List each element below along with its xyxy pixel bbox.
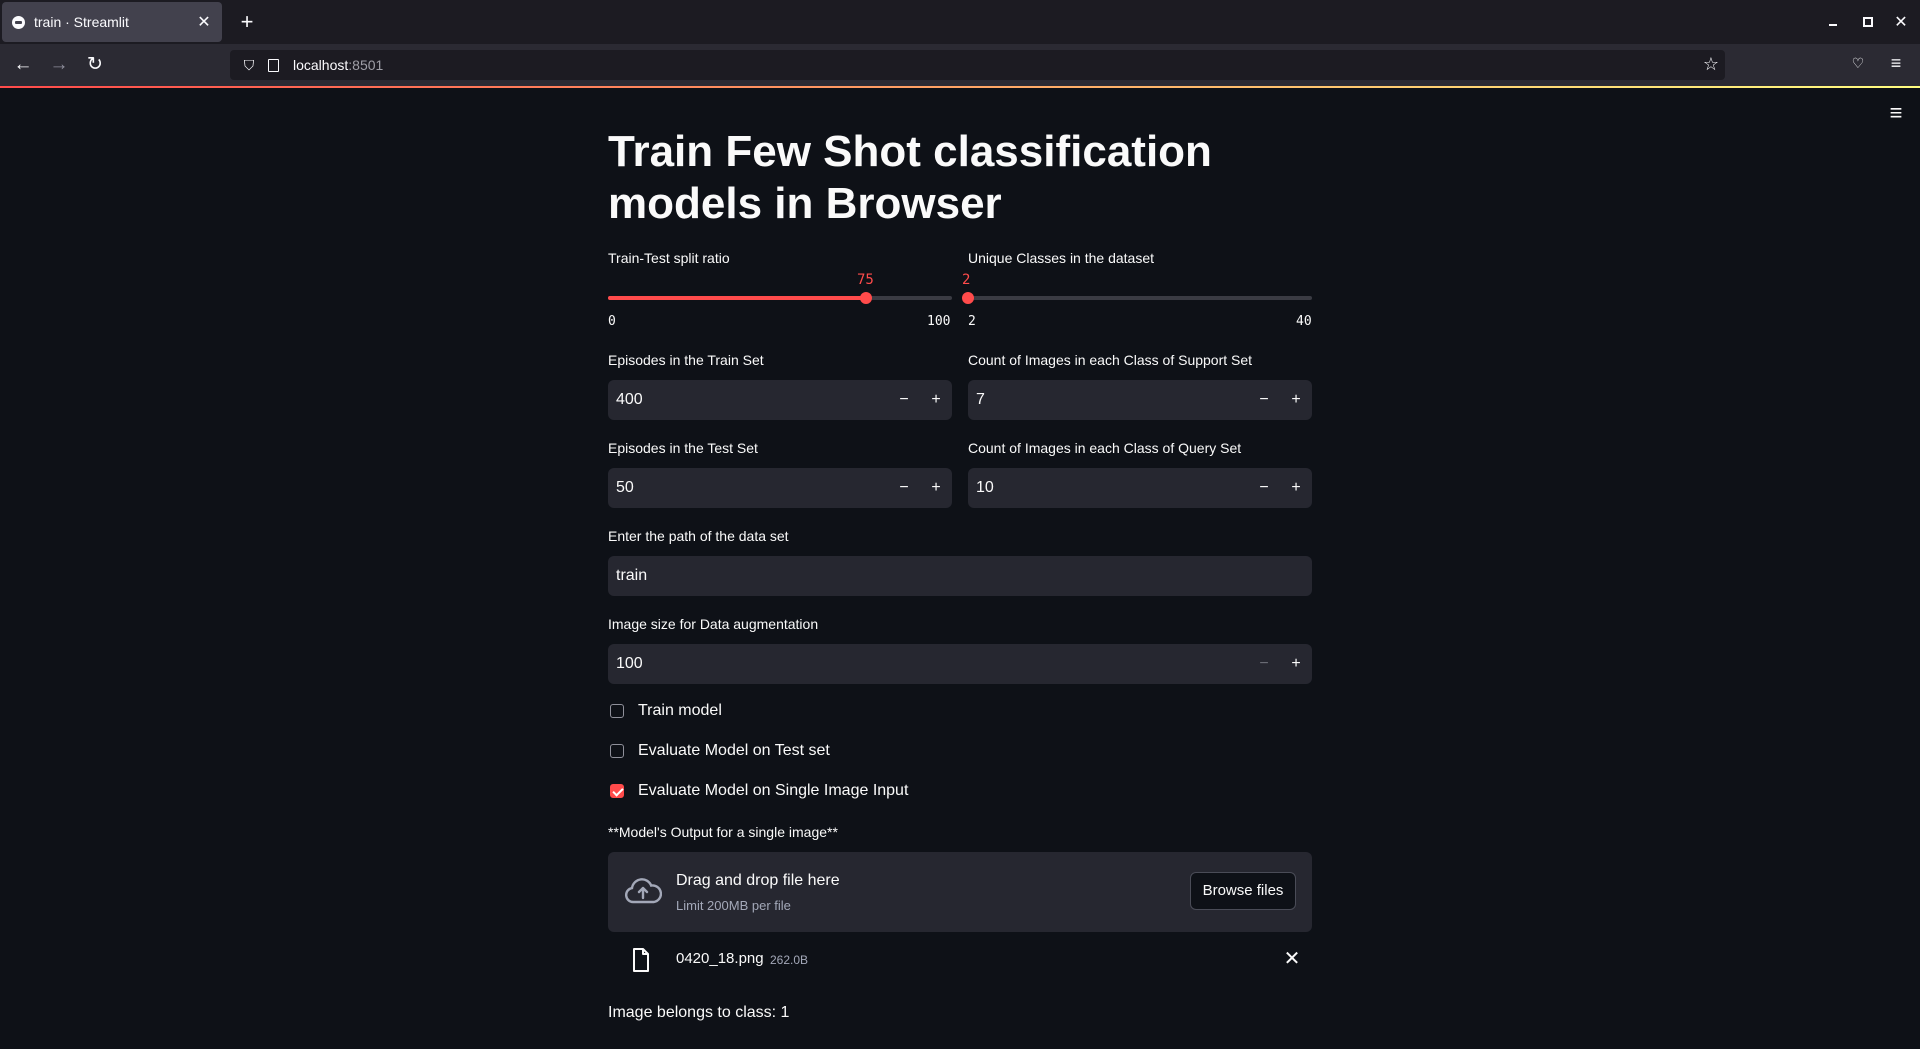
support-count-label: Count of Images in each Class of Support… bbox=[968, 352, 1253, 368]
streamlit-favicon-icon bbox=[12, 15, 25, 29]
test-episodes-increment-button[interactable]: + bbox=[920, 468, 952, 508]
test-episodes-value[interactable]: 50 bbox=[608, 479, 888, 497]
slider-split-value: 75 bbox=[857, 272, 874, 288]
train-episodes-decrement-button[interactable]: − bbox=[888, 380, 920, 420]
slider-split-label: Train-Test split ratio bbox=[608, 250, 730, 266]
query-count-value[interactable]: 10 bbox=[968, 479, 1248, 497]
browser-titlebar: train · Streamlit ✕ + ✕ bbox=[0, 0, 1920, 44]
uploaded-file-row: 0420_18.png 262.0B ✕ bbox=[608, 942, 1312, 978]
support-count-decrement-button[interactable]: − bbox=[1248, 380, 1280, 420]
limit-text: Limit 200MB per file bbox=[676, 898, 791, 913]
evaluate-single-image-checkbox[interactable]: Evaluate Model on Single Image Input bbox=[610, 782, 908, 800]
tab-title: train · Streamlit bbox=[34, 14, 129, 30]
dataset-path-value: train bbox=[616, 567, 648, 584]
file-icon bbox=[633, 948, 649, 972]
url-text: localhost:8501 bbox=[293, 57, 383, 73]
reload-icon[interactable]: ↻ bbox=[82, 52, 108, 78]
checkbox-box-checked[interactable] bbox=[610, 784, 624, 798]
cloud-upload-icon bbox=[624, 878, 662, 904]
app-menu-icon[interactable]: ≡ bbox=[1884, 100, 1908, 125]
test-episodes-label: Episodes in the Test Set bbox=[608, 440, 758, 456]
checkbox-label: Evaluate Model on Test set bbox=[638, 742, 830, 759]
query-count-increment-button[interactable]: + bbox=[1280, 468, 1312, 508]
slider-split-min: 0 bbox=[608, 314, 616, 329]
slider-classes-label: Unique Classes in the dataset bbox=[968, 250, 1154, 266]
url-port: :8501 bbox=[348, 57, 384, 73]
url-bar[interactable]: ⛉ localhost:8501 ☆ bbox=[230, 50, 1725, 80]
window-close-button[interactable]: ✕ bbox=[1891, 12, 1911, 32]
file-dropzone[interactable]: Drag and drop file here Limit 200MB per … bbox=[608, 852, 1312, 932]
window-minimize-button[interactable] bbox=[1823, 12, 1843, 32]
browser-navbar: ← → ↻ ⛉ localhost:8501 ☆ ♡ ≡ bbox=[0, 44, 1920, 86]
streamlit-header-decoration bbox=[0, 86, 1920, 88]
tab-close-icon[interactable]: ✕ bbox=[194, 12, 214, 32]
train-episodes-input: 400 − + bbox=[608, 380, 952, 420]
slider-split-thumb[interactable] bbox=[860, 292, 872, 304]
slider-classes-min: 2 bbox=[968, 314, 976, 329]
checkbox-label: Evaluate Model on Single Image Input bbox=[638, 782, 909, 799]
new-tab-button[interactable]: + bbox=[234, 9, 260, 35]
browser-tab[interactable]: train · Streamlit ✕ bbox=[2, 2, 222, 42]
url-host: localhost bbox=[293, 57, 349, 73]
query-count-decrement-button[interactable]: − bbox=[1248, 468, 1280, 508]
uploaded-file-size: 262.0B bbox=[770, 953, 809, 967]
window-maximize-button[interactable] bbox=[1857, 12, 1877, 32]
query-count-input: 10 − + bbox=[968, 468, 1312, 508]
drop-text: Drag and drop file here bbox=[676, 872, 840, 889]
slider-classes-track[interactable] bbox=[968, 296, 1312, 300]
uploaded-file-name: 0420_18.png bbox=[676, 950, 764, 967]
test-episodes-input: 50 − + bbox=[608, 468, 952, 508]
test-episodes-decrement-button[interactable]: − bbox=[888, 468, 920, 508]
checkbox-box[interactable] bbox=[610, 744, 624, 758]
slider-classes-max: 40 bbox=[1296, 314, 1312, 329]
train-episodes-value[interactable]: 400 bbox=[608, 391, 888, 409]
slider-classes-thumb[interactable] bbox=[962, 292, 974, 304]
dataset-path-input[interactable]: train bbox=[608, 556, 1312, 596]
prediction-result-text: Image belongs to class: 1 bbox=[608, 1004, 790, 1021]
train-model-checkbox[interactable]: Train model bbox=[610, 702, 722, 720]
remove-file-button[interactable]: ✕ bbox=[1278, 945, 1306, 973]
uploader-label: **Model's Output for a single image** bbox=[608, 824, 838, 840]
page-icon bbox=[268, 58, 279, 72]
train-episodes-increment-button[interactable]: + bbox=[920, 380, 952, 420]
train-episodes-label: Episodes in the Train Set bbox=[608, 352, 764, 368]
browser-menu-icon[interactable]: ≡ bbox=[1885, 53, 1907, 75]
back-arrow-icon[interactable]: ← bbox=[10, 52, 36, 78]
slider-split-fill bbox=[608, 296, 866, 300]
evaluate-test-set-checkbox[interactable]: Evaluate Model on Test set bbox=[610, 742, 830, 760]
support-count-value[interactable]: 7 bbox=[968, 391, 1248, 409]
dataset-path-label: Enter the path of the data set bbox=[608, 528, 789, 544]
checkbox-label: Train model bbox=[638, 702, 722, 719]
pocket-icon[interactable]: ♡ bbox=[1849, 55, 1867, 73]
checkbox-box[interactable] bbox=[610, 704, 624, 718]
image-size-label: Image size for Data augmentation bbox=[608, 616, 819, 632]
image-size-input: 100 − + bbox=[608, 644, 1312, 684]
slider-classes-value: 2 bbox=[962, 272, 971, 288]
query-count-label: Count of Images in each Class of Query S… bbox=[968, 440, 1242, 456]
image-size-value[interactable]: 100 bbox=[608, 655, 1248, 673]
image-size-increment-button[interactable]: + bbox=[1280, 644, 1312, 684]
forward-arrow-icon[interactable]: → bbox=[46, 52, 72, 78]
image-size-decrement-button[interactable]: − bbox=[1248, 644, 1280, 684]
slider-split-max: 100 bbox=[927, 314, 951, 329]
shield-icon[interactable]: ⛉ bbox=[240, 57, 258, 74]
browse-files-button[interactable]: Browse files bbox=[1190, 872, 1296, 910]
page-title: Train Few Shot classification models in … bbox=[608, 127, 1212, 228]
support-count-increment-button[interactable]: + bbox=[1280, 380, 1312, 420]
bookmark-star-icon[interactable]: ☆ bbox=[1703, 54, 1719, 75]
support-count-input: 7 − + bbox=[968, 380, 1312, 420]
